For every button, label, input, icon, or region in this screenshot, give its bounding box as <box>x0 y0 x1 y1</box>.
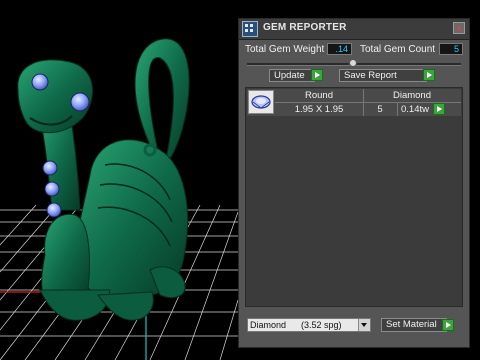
update-button-label: Update <box>274 70 305 81</box>
total-weight-value: .14 <box>327 43 352 55</box>
total-weight-label: Total Gem Weight <box>245 44 325 55</box>
gem-neck-3 <box>46 202 62 218</box>
save-report-button-label: Save Report <box>344 70 397 81</box>
slider-thumb[interactable] <box>349 59 357 67</box>
table-row[interactable]: Round 1.95 X 1.95 Diamond 5 0.14tw <box>247 89 461 116</box>
gem-eye-left <box>31 73 49 91</box>
set-material-button-label: Set Material <box>386 319 437 330</box>
gem-shape: Round <box>305 90 333 101</box>
gem-weight: 0.14tw <box>401 104 429 115</box>
save-report-button[interactable]: Save Report <box>339 69 427 82</box>
total-count-label: Total Gem Count <box>360 44 436 55</box>
close-icon[interactable]: x <box>453 22 465 34</box>
gem-eye-right <box>70 92 90 112</box>
gem-list[interactable]: Round 1.95 X 1.95 Diamond 5 0.14tw <box>245 87 463 307</box>
round-gem-icon <box>248 90 274 114</box>
save-report-go-icon[interactable] <box>423 69 435 81</box>
gem-material: Diamond <box>392 90 432 101</box>
gem-size: 1.95 X 1.95 <box>294 104 344 115</box>
material-dropdown[interactable]: Diamond (3.52 spg) <box>247 318 371 332</box>
gem-neck-1 <box>42 160 58 176</box>
update-go-icon[interactable] <box>311 69 323 81</box>
gem-reporter-panel: GEM REPORTER x Total Gem Weight .14 Tota… <box>238 18 470 348</box>
update-button[interactable]: Update <box>269 69 315 82</box>
gem-neck-2 <box>44 181 60 197</box>
material-dropdown-value: Diamond (3.52 spg) <box>250 320 342 330</box>
total-count-value: 5 <box>439 43 463 55</box>
chevron-down-icon[interactable] <box>358 319 370 331</box>
panel-title: GEM REPORTER <box>263 22 347 33</box>
set-material-go-icon[interactable] <box>442 319 454 331</box>
set-material-button[interactable]: Set Material <box>381 318 447 332</box>
gem-count: 5 <box>377 104 383 115</box>
gem-reporter-app-icon <box>242 21 258 37</box>
gem-row-go-icon[interactable] <box>433 103 445 115</box>
title-bar[interactable]: GEM REPORTER x <box>239 19 469 40</box>
